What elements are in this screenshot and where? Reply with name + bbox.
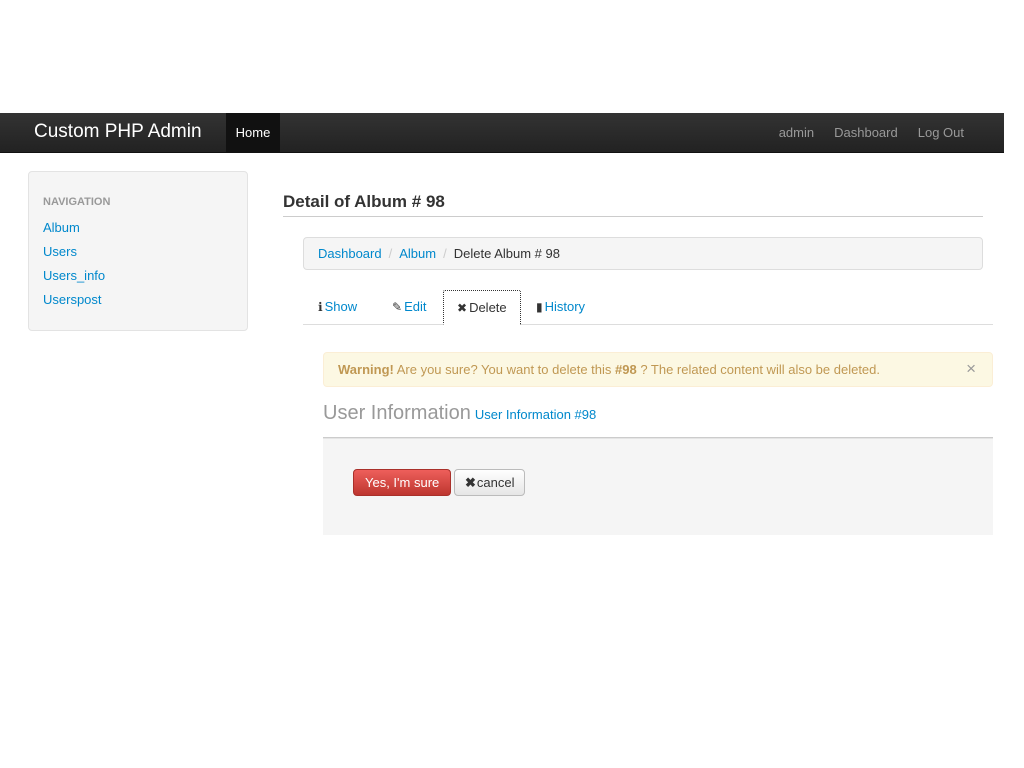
- sidebar-item-users[interactable]: Users: [43, 240, 233, 264]
- book-icon: ▮: [536, 300, 543, 314]
- sidebar-item-album[interactable]: Album: [43, 216, 233, 240]
- breadcrumb-current: Delete Album # 98: [453, 246, 560, 261]
- section-header: User Information User Information #98: [323, 402, 993, 438]
- alert-text-before: Are you sure? You want to delete this: [393, 362, 615, 377]
- info-circle-icon: ℹ: [318, 300, 323, 314]
- breadcrumb-album-link[interactable]: Album: [399, 246, 436, 261]
- sidebar-item-userspost[interactable]: Userspost: [43, 288, 233, 312]
- tab-show[interactable]: ℹ Show: [305, 290, 370, 324]
- close-icon[interactable]: ×: [966, 353, 976, 384]
- section-title: User Information: [323, 402, 471, 424]
- nav-logout-link[interactable]: Log Out: [918, 113, 964, 153]
- warning-alert: Warning! Are you sure? You want to delet…: [323, 352, 993, 387]
- cancel-button-label: cancel: [476, 475, 515, 490]
- tab-history-label: History: [544, 299, 586, 314]
- top-navbar: Custom PHP Admin Home admin Dashboard Lo…: [0, 113, 1004, 153]
- tab-delete[interactable]: ✖ Delete: [443, 290, 521, 325]
- pencil-icon: ✎: [392, 300, 403, 314]
- alert-id: #98: [615, 362, 637, 377]
- x-icon: ✖: [465, 475, 476, 490]
- tab-show-label: Show: [324, 299, 358, 314]
- action-tabs: ℹ Show ✎ Edit ✖ Delete ▮ History: [303, 290, 993, 325]
- nav-user-link[interactable]: admin: [779, 113, 814, 153]
- navbar-right-links: admin Dashboard Log Out: [779, 113, 964, 153]
- confirm-delete-button[interactable]: Yes, I'm sure: [353, 469, 452, 496]
- breadcrumb-separator: /: [443, 246, 447, 261]
- breadcrumb: Dashboard / Album / Delete Album # 98: [303, 237, 983, 270]
- sidebar: NAVIGATION Album Users Users_info Usersp…: [28, 171, 248, 331]
- breadcrumb-separator: /: [388, 246, 393, 261]
- alert-strong: Warning!: [338, 362, 394, 377]
- sidebar-item-users-info[interactable]: Users_info: [43, 264, 233, 288]
- tab-edit[interactable]: ✎ Edit: [379, 290, 439, 324]
- nav-dashboard-link[interactable]: Dashboard: [834, 113, 898, 153]
- cancel-button[interactable]: ✖cancel: [454, 469, 526, 496]
- tab-edit-label: Edit: [404, 299, 427, 314]
- x-icon: ✖: [457, 300, 468, 315]
- form-actions: Yes, I'm sure ✖cancel: [323, 438, 993, 535]
- brand-link[interactable]: Custom PHP Admin: [34, 113, 202, 153]
- tab-delete-label: Delete: [469, 299, 507, 315]
- nav-home-link[interactable]: Home: [226, 113, 280, 153]
- section-subtitle-link[interactable]: User Information #98: [475, 407, 596, 422]
- breadcrumb-dashboard-link[interactable]: Dashboard: [318, 246, 382, 261]
- sidebar-header: NAVIGATION: [43, 196, 111, 208]
- alert-text-after: ? The related content will also be delet…: [636, 362, 881, 377]
- tab-history[interactable]: ▮ History: [523, 290, 598, 324]
- page-title: Detail of Album # 98: [283, 192, 983, 217]
